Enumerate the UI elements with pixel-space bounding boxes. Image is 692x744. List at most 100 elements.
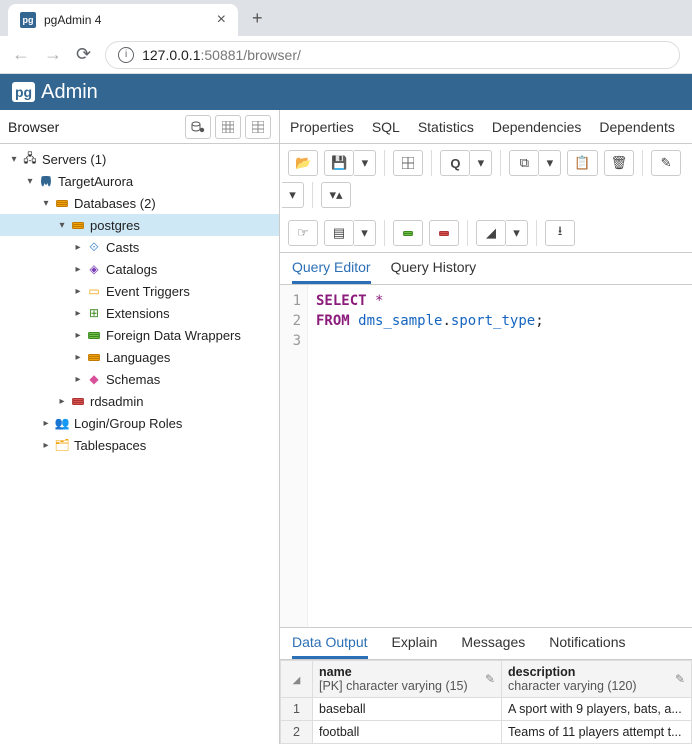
explain-menu[interactable]: ▾	[354, 220, 376, 246]
catalogs-icon: ◈	[86, 262, 102, 276]
browser-tool-1[interactable]	[185, 115, 211, 139]
edit-column-icon[interactable]: ✎	[485, 672, 495, 686]
filter-button[interactable]: ▾▴	[321, 182, 351, 208]
pgadmin-header: pgAdmin	[0, 74, 692, 110]
rownum-header[interactable]: ◢	[281, 661, 313, 698]
clear-menu[interactable]: ▾	[506, 220, 528, 246]
tab-properties[interactable]: Properties	[290, 119, 354, 135]
database-icon	[70, 218, 86, 232]
tree-databases[interactable]: ▾Databases (2)	[0, 192, 279, 214]
tree-languages[interactable]: ▸Languages	[0, 346, 279, 368]
chrome-tab-title: pgAdmin 4	[44, 13, 209, 27]
find-button[interactable]: Q	[440, 150, 470, 176]
save-button[interactable]: 💾	[324, 150, 354, 176]
col-header-description[interactable]: description character varying (120) ✎	[502, 661, 692, 698]
casts-icon: ⟐	[86, 240, 102, 254]
servers-icon: 🖧	[22, 152, 38, 166]
event-triggers-icon: ▭	[86, 284, 102, 298]
tab-sql[interactable]: SQL	[372, 119, 400, 135]
tab-dependencies[interactable]: Dependencies	[492, 119, 582, 135]
editor-tabs: Query Editor Query History	[280, 253, 692, 285]
forward-button[interactable]: →	[44, 44, 62, 65]
grid-button[interactable]	[393, 150, 423, 176]
download-button[interactable]: ⭳	[545, 220, 575, 246]
chrome-tab[interactable]: pg pgAdmin 4 ×	[8, 4, 238, 36]
explain-button[interactable]: ▤	[324, 220, 354, 246]
table-row[interactable]: 2 football Teams of 11 players attempt t…	[281, 721, 692, 744]
edit-column-icon[interactable]: ✎	[675, 672, 685, 686]
cell-name[interactable]: baseball	[313, 698, 502, 721]
schemas-icon: ◆	[86, 372, 102, 386]
paste-button[interactable]: 📋	[567, 150, 597, 176]
elephant-icon	[38, 174, 54, 188]
tree-tablespaces[interactable]: ▸🗂Tablespaces	[0, 434, 279, 456]
tab-data-output[interactable]: Data Output	[292, 634, 368, 659]
edit-button[interactable]: ✎	[651, 150, 681, 176]
url-host: 127.0.0.1	[142, 47, 200, 63]
cell-description[interactable]: Teams of 11 players attempt t...	[502, 721, 692, 744]
output-tabs: Data Output Explain Messages Notificatio…	[280, 627, 692, 660]
tab-query-editor[interactable]: Query Editor	[292, 259, 371, 284]
tree-catalogs[interactable]: ▸◈Catalogs	[0, 258, 279, 280]
chrome-tab-strip: pg pgAdmin 4 × +	[0, 0, 692, 36]
tablespaces-icon: 🗂	[54, 438, 70, 452]
col-header-name[interactable]: name [PK] character varying (15) ✎	[313, 661, 502, 698]
object-tree: ▾🖧Servers (1) ▾TargetAurora ▾Databases (…	[0, 144, 279, 744]
cell-name[interactable]: football	[313, 721, 502, 744]
database-icon	[54, 196, 70, 210]
query-toolbar: 📂 💾▾ Q▾ ⧉▾ 📋 🗑 ✎▾ ▾▴ ☞ ▤▾ ◢▾ ⭳	[280, 144, 692, 253]
extensions-icon: ⊞	[86, 306, 102, 320]
browser-panel-title: Browser	[8, 119, 185, 135]
tab-notifications[interactable]: Notifications	[549, 634, 625, 659]
pgadmin-logo[interactable]: pgAdmin	[12, 81, 98, 104]
tree-casts[interactable]: ▸⟐Casts	[0, 236, 279, 258]
close-tab-icon[interactable]: ×	[217, 11, 226, 29]
copy-menu[interactable]: ▾	[539, 150, 561, 176]
tree-servers[interactable]: ▾🖧Servers (1)	[0, 148, 279, 170]
edit-menu[interactable]: ▾	[282, 182, 304, 208]
execute-cursor-button[interactable]: ☞	[288, 220, 318, 246]
open-file-button[interactable]: 📂	[288, 150, 318, 176]
browser-tool-grid[interactable]	[215, 115, 241, 139]
clear-button[interactable]: ◢	[476, 220, 506, 246]
url-path: :50881/browser/	[200, 47, 300, 63]
sql-code[interactable]: SELECT * FROM dms_sample.sport_type;	[308, 285, 552, 627]
tree-db-postgres[interactable]: ▾postgres	[0, 214, 279, 236]
properties-tabs: Properties SQL Statistics Dependencies D…	[280, 110, 692, 144]
fdw-icon	[86, 328, 102, 342]
tree-schemas[interactable]: ▸◆Schemas	[0, 368, 279, 390]
save-menu[interactable]: ▾	[354, 150, 376, 176]
chrome-toolbar: ← → ⟳ i 127.0.0.1:50881/browser/	[0, 36, 692, 74]
result-grid[interactable]: ◢ name [PK] character varying (15) ✎ des…	[280, 660, 692, 744]
languages-icon	[86, 350, 102, 364]
tree-event-triggers[interactable]: ▸▭Event Triggers	[0, 280, 279, 302]
tree-fdw[interactable]: ▸Foreign Data Wrappers	[0, 324, 279, 346]
roles-icon: 👥	[54, 416, 70, 430]
pgadmin-favicon: pg	[20, 12, 36, 28]
sql-editor[interactable]: 1 2 3 SELECT * FROM dms_sample.sport_typ…	[280, 285, 692, 627]
address-bar[interactable]: i 127.0.0.1:50881/browser/	[105, 41, 680, 69]
rollback-button[interactable]	[429, 220, 459, 246]
reload-button[interactable]: ⟳	[76, 44, 91, 65]
browser-tool-filter[interactable]	[245, 115, 271, 139]
cell-description[interactable]: A sport with 9 players, bats, a...	[502, 698, 692, 721]
new-tab-button[interactable]: +	[246, 4, 269, 33]
tab-messages[interactable]: Messages	[461, 634, 525, 659]
delete-button[interactable]: 🗑	[604, 150, 635, 176]
back-button[interactable]: ←	[12, 44, 30, 65]
tab-query-history[interactable]: Query History	[391, 259, 477, 284]
copy-button[interactable]: ⧉	[509, 150, 539, 176]
site-info-icon[interactable]: i	[118, 47, 134, 63]
table-row[interactable]: 1 baseball A sport with 9 players, bats,…	[281, 698, 692, 721]
tab-dependents[interactable]: Dependents	[599, 119, 675, 135]
tab-statistics[interactable]: Statistics	[418, 119, 474, 135]
tree-login-roles[interactable]: ▸👥Login/Group Roles	[0, 412, 279, 434]
tree-db-rdsadmin[interactable]: ▸rdsadmin	[0, 390, 279, 412]
line-gutter: 1 2 3	[280, 285, 308, 627]
commit-button[interactable]	[393, 220, 423, 246]
tab-explain[interactable]: Explain	[392, 634, 438, 659]
find-menu[interactable]: ▾	[470, 150, 492, 176]
tree-extensions[interactable]: ▸⊞Extensions	[0, 302, 279, 324]
tree-server-targetaurora[interactable]: ▾TargetAurora	[0, 170, 279, 192]
browser-panel: Browser ▾🖧Servers (1) ▾TargetAurora ▾Dat…	[0, 110, 280, 744]
